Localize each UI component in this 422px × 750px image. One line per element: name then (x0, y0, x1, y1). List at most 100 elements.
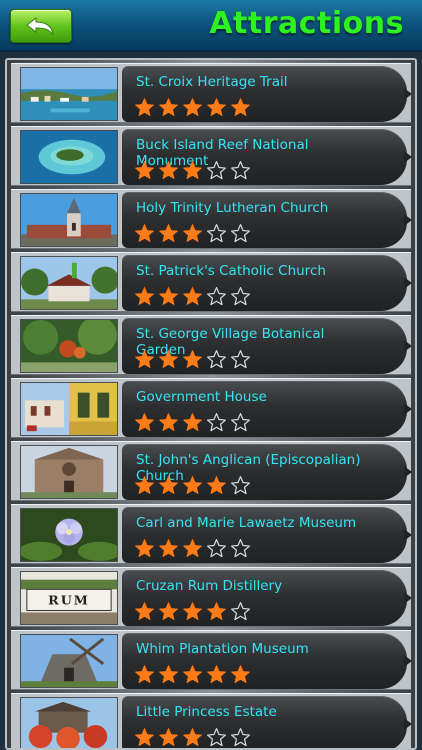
list-item[interactable]: St. Croix Heritage Trail (11, 63, 412, 123)
list-item[interactable]: Carl and Marie Lawaetz Museum (11, 504, 412, 564)
page-title: Attractions (209, 6, 404, 41)
attraction-thumbnail (20, 193, 118, 247)
svg-text:RUM: RUM (48, 593, 90, 608)
list-item[interactable]: St. John's Anglican (Episcopalian) Churc… (11, 441, 412, 501)
star-empty-icon (206, 727, 227, 747)
attractions-list[interactable]: St. Croix Heritage Trail Buck Island Ree… (5, 58, 417, 750)
attraction-name: Cruzan Rum Distillery (136, 578, 283, 594)
attraction-name: St. Patrick's Catholic Church (136, 263, 326, 279)
chevron-right-icon (404, 466, 412, 478)
chevron-right-icon (404, 403, 412, 415)
list-item[interactable]: St. Patrick's Catholic Church (11, 252, 412, 312)
star-filled-icon (135, 350, 154, 368)
list-item[interactable]: St. George Village Botanical Garden (11, 315, 412, 375)
attraction-name: Whim Plantation Museum (136, 641, 309, 657)
star-filled-icon (183, 602, 202, 620)
star-filled-icon (183, 413, 202, 431)
star-filled-icon (183, 728, 202, 746)
star-empty-icon (230, 286, 251, 306)
attraction-thumbnail (20, 382, 118, 436)
star-rating (134, 601, 251, 622)
chevron-right-icon (404, 214, 412, 226)
star-filled-icon (159, 98, 178, 116)
star-filled-icon (207, 98, 226, 116)
star-filled-icon (135, 161, 154, 179)
attraction-panel: Holy Trinity Lutheran Church (122, 192, 412, 248)
star-filled-icon (183, 287, 202, 305)
attraction-panel: St. Croix Heritage Trail (122, 66, 412, 122)
star-filled-icon (159, 287, 178, 305)
star-rating (134, 664, 251, 685)
attraction-panel: Whim Plantation Museum (122, 633, 412, 689)
chevron-right-icon (404, 277, 412, 289)
attraction-name: Government House (136, 389, 267, 405)
star-empty-icon (230, 475, 251, 495)
star-filled-icon (159, 665, 178, 683)
attraction-panel: St. Patrick's Catholic Church (122, 255, 412, 311)
star-rating (134, 538, 251, 559)
star-filled-icon (135, 476, 154, 494)
star-empty-icon (206, 223, 227, 243)
star-filled-icon (207, 665, 226, 683)
star-filled-icon (183, 350, 202, 368)
star-filled-icon (159, 602, 178, 620)
star-empty-icon (206, 349, 227, 369)
list-item[interactable]: Little Princess Estate (11, 693, 412, 748)
star-filled-icon (231, 98, 250, 116)
attraction-name: Little Princess Estate (136, 704, 277, 720)
star-empty-icon (230, 727, 251, 747)
star-empty-icon (230, 412, 251, 432)
attraction-thumbnail (20, 445, 118, 499)
list-item[interactable]: Holy Trinity Lutheran Church (11, 189, 412, 249)
attraction-panel: Cruzan Rum Distillery (122, 570, 412, 626)
star-filled-icon (231, 665, 250, 683)
star-filled-icon (159, 728, 178, 746)
star-filled-icon (135, 287, 154, 305)
star-rating (134, 349, 251, 370)
star-filled-icon (135, 602, 154, 620)
list-item[interactable]: Buck Island Reef National Monument (11, 126, 412, 186)
star-empty-icon (230, 160, 251, 180)
attraction-thumbnail (20, 130, 118, 184)
star-filled-icon (135, 539, 154, 557)
star-filled-icon (207, 476, 226, 494)
list-item[interactable]: Whim Plantation Museum (11, 630, 412, 690)
attraction-name: Holy Trinity Lutheran Church (136, 200, 329, 216)
star-empty-icon (230, 601, 251, 621)
star-filled-icon (159, 161, 178, 179)
star-empty-icon (230, 538, 251, 558)
star-filled-icon (135, 728, 154, 746)
star-rating (134, 97, 251, 118)
star-empty-icon (206, 412, 227, 432)
star-rating (134, 160, 251, 181)
attraction-name: St. Croix Heritage Trail (136, 74, 288, 90)
top-bar: Attractions (0, 0, 422, 52)
star-rating (134, 727, 251, 748)
chevron-right-icon (404, 88, 412, 100)
attraction-thumbnail (20, 508, 118, 562)
attraction-thumbnail (20, 67, 118, 121)
list-item[interactable]: RUM Cruzan Rum Distillery (11, 567, 412, 627)
star-filled-icon (159, 539, 178, 557)
star-empty-icon (230, 349, 251, 369)
chevron-right-icon (404, 151, 412, 163)
star-rating (134, 286, 251, 307)
star-filled-icon (159, 413, 178, 431)
star-rating (134, 223, 251, 244)
star-filled-icon (183, 224, 202, 242)
star-filled-icon (183, 161, 202, 179)
star-rating (134, 412, 251, 433)
attraction-panel: St. George Village Botanical Garden (122, 318, 412, 374)
attraction-thumbnail (20, 697, 118, 748)
star-filled-icon (183, 665, 202, 683)
star-filled-icon (135, 224, 154, 242)
list-item[interactable]: Government House (11, 378, 412, 438)
attraction-name: Carl and Marie Lawaetz Museum (136, 515, 357, 531)
attraction-panel: Carl and Marie Lawaetz Museum (122, 507, 412, 563)
chevron-right-icon (404, 340, 412, 352)
star-filled-icon (183, 539, 202, 557)
star-rating (134, 475, 251, 496)
chevron-right-icon (404, 529, 412, 541)
star-empty-icon (206, 538, 227, 558)
back-button[interactable] (10, 9, 72, 43)
